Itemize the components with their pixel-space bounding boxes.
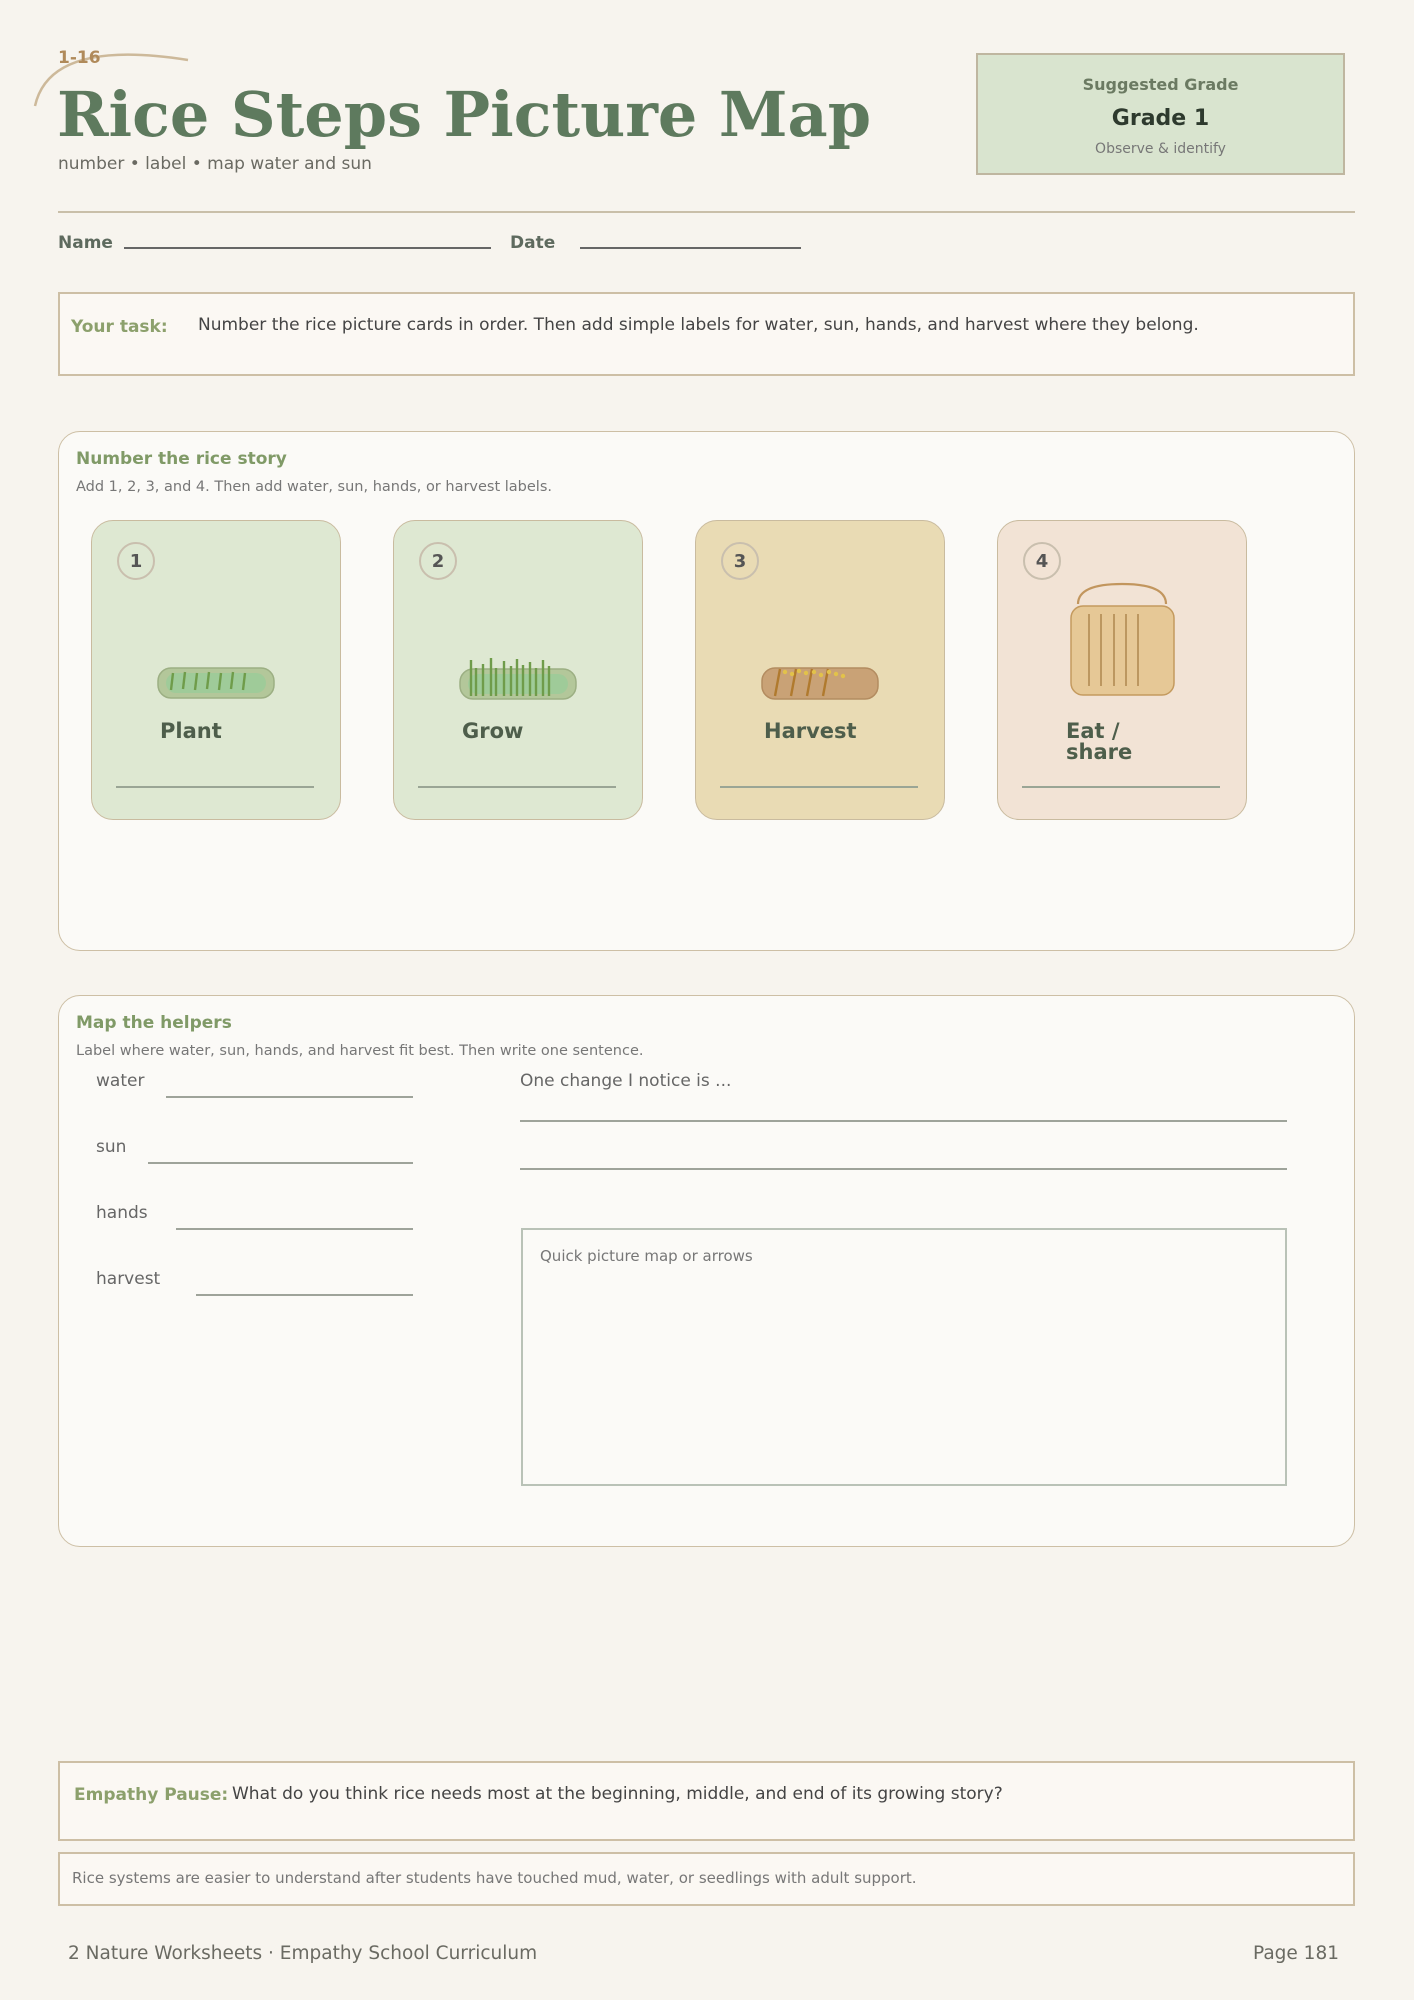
page-title: Rice Steps Picture Map [57, 78, 872, 151]
picture-map-box[interactable] [521, 1228, 1287, 1486]
note-text: Rice systems are easier to understand af… [72, 1869, 917, 1887]
helper-line-sun[interactable] [148, 1162, 413, 1164]
helper-label-sun: sun [96, 1137, 127, 1157]
header-divider [58, 211, 1355, 213]
grade-value: Grade 1 [1111, 106, 1210, 131]
card-label-2: Grow [462, 719, 524, 743]
sentence-line-2[interactable] [520, 1168, 1287, 1170]
sentence-line-1[interactable] [520, 1120, 1287, 1122]
card-number-3: 3 [721, 542, 759, 580]
card-write-line-1[interactable] [116, 786, 314, 788]
task-label: Your task: [71, 317, 168, 337]
grade-box: Suggested Grade Grade 1 Observe & identi… [976, 53, 1345, 175]
page-subtitle: number • label • map water and sun [58, 154, 372, 174]
helper-line-hands[interactable] [176, 1228, 413, 1230]
helper-line-water[interactable] [166, 1096, 413, 1098]
card-write-line-2[interactable] [418, 786, 616, 788]
card-number-1: 1 [117, 542, 155, 580]
helper-label-harvest: harvest [96, 1269, 161, 1289]
helpers-instructions: Label where water, sun, hands, and harve… [76, 1043, 644, 1059]
growing-rice-icon [459, 658, 577, 700]
date-field[interactable] [580, 247, 801, 249]
name-field[interactable] [124, 247, 491, 249]
card-number-4: 4 [1023, 542, 1061, 580]
grade-heading: Suggested Grade [1082, 75, 1239, 94]
worksheet-code: 1-16 [58, 48, 101, 68]
task-text: Number the rice picture cards in order. … [198, 315, 1199, 335]
rice-story-heading: Number the rice story [76, 449, 287, 469]
date-label: Date [510, 233, 556, 253]
card-write-line-4[interactable] [1022, 786, 1220, 788]
rice-story-instructions: Add 1, 2, 3, and 4. Then add water, sun,… [76, 479, 553, 495]
helper-label-water: water [96, 1071, 145, 1091]
empathy-label: Empathy Pause: [74, 1785, 229, 1805]
sentence-prompt: One change I notice is ... [520, 1071, 732, 1091]
harvest-bundle-icon [761, 667, 879, 700]
card-label-1: Plant [160, 719, 222, 743]
card-label-3: Harvest [764, 719, 857, 743]
seedling-tray-icon [157, 667, 275, 699]
card-write-line-3[interactable] [720, 786, 918, 788]
page-number: Page 181 [1253, 1943, 1339, 1964]
name-label: Name [58, 233, 113, 253]
rice-basket-icon [1070, 582, 1175, 696]
helpers-heading: Map the helpers [76, 1013, 232, 1033]
card-number-2: 2 [419, 542, 457, 580]
footer-title: 2 Nature Worksheets · Empathy School Cur… [68, 1943, 538, 1964]
empathy-text: What do you think rice needs most at the… [232, 1784, 1003, 1804]
helper-line-harvest[interactable] [196, 1294, 413, 1296]
picture-map-label: Quick picture map or arrows [540, 1247, 753, 1265]
card-label-4: Eat / share [1066, 719, 1133, 764]
helper-label-hands: hands [96, 1203, 148, 1223]
grade-note: Observe & identify [1095, 141, 1226, 157]
